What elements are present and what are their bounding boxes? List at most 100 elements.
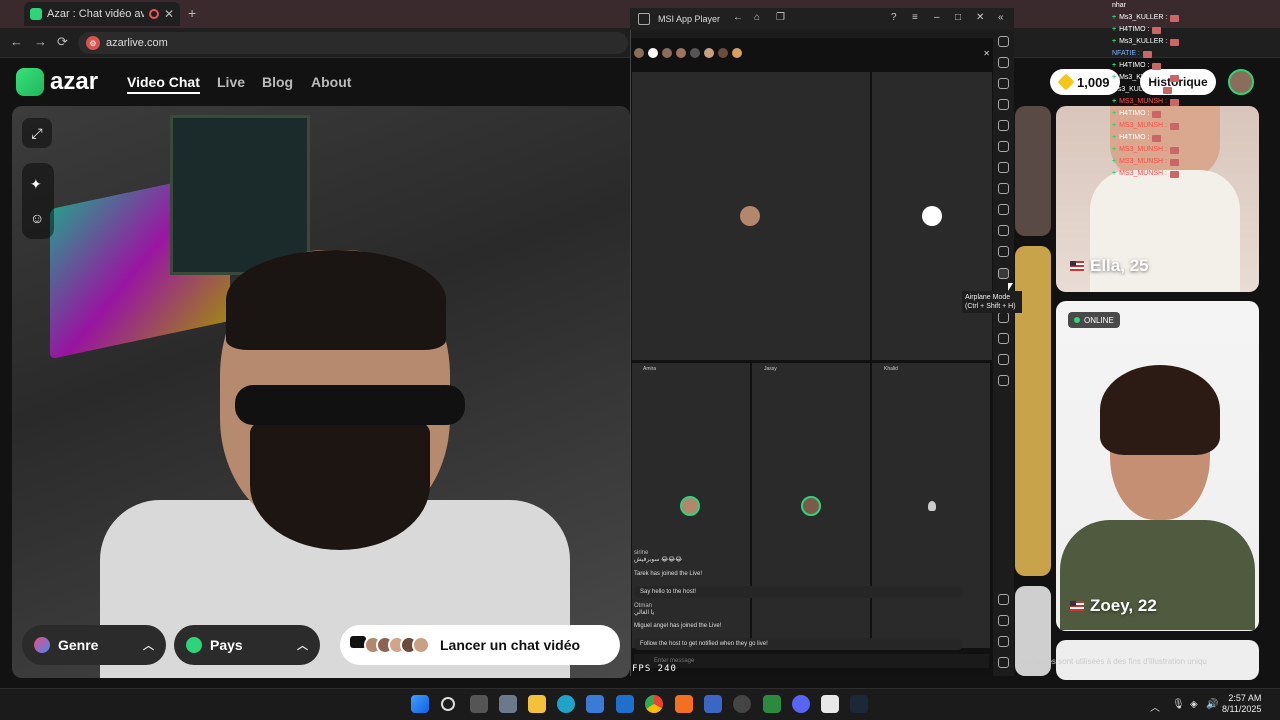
help-icon[interactable]: ? bbox=[891, 12, 897, 23]
collapse-sidebar-icon[interactable]: « bbox=[998, 12, 1004, 23]
plus-icon: + bbox=[1112, 14, 1117, 21]
overlay-chat-user: H4TIMO : bbox=[1119, 62, 1150, 69]
speaker-icon[interactable]: 🔊 bbox=[1206, 699, 1218, 710]
viewer-avatar[interactable] bbox=[704, 48, 714, 58]
sync-icon[interactable] bbox=[998, 375, 1009, 386]
new-tab-button[interactable]: + bbox=[188, 5, 196, 21]
overlay-chat-user: H4TIMO : bbox=[1119, 26, 1150, 33]
viewer-avatar[interactable] bbox=[732, 48, 742, 58]
microphone-icon[interactable]: 🎙 bbox=[1172, 699, 1185, 710]
viewer-avatar[interactable] bbox=[690, 48, 700, 58]
overlay-chat-user: Ms3_KULLER : bbox=[1119, 38, 1168, 45]
viewer-avatar[interactable] bbox=[648, 48, 658, 58]
overlay-chat-user: nhar bbox=[1112, 2, 1127, 9]
close-live-icon[interactable]: ✕ bbox=[983, 49, 990, 58]
close-icon[interactable]: ✕ bbox=[976, 12, 984, 23]
gem-balance-button[interactable]: 1,009 bbox=[1050, 69, 1120, 95]
profile-card-partial[interactable] bbox=[1015, 106, 1051, 236]
airplane-mode-icon[interactable] bbox=[998, 268, 1009, 279]
layers-icon[interactable] bbox=[998, 354, 1009, 365]
live-message-input[interactable]: Enter message bbox=[634, 654, 989, 668]
settings-app-icon[interactable] bbox=[499, 695, 517, 713]
viewer-avatar[interactable] bbox=[718, 48, 728, 58]
browser-tab[interactable]: Azar : Chat vidéo avec de n ✕ bbox=[24, 2, 180, 26]
store-icon[interactable] bbox=[586, 695, 604, 713]
chrome-icon[interactable] bbox=[645, 695, 663, 713]
player-app-icon[interactable] bbox=[763, 695, 781, 713]
chat-user: Otman bbox=[634, 603, 653, 609]
back-button[interactable]: ← bbox=[10, 34, 23, 49]
outlook-icon[interactable] bbox=[616, 695, 634, 713]
site-info-icon[interactable]: ⚙ bbox=[86, 36, 100, 50]
sidebar-home-icon[interactable] bbox=[998, 636, 1009, 647]
folder-icon[interactable] bbox=[998, 246, 1009, 257]
back-icon[interactable]: ← bbox=[733, 12, 743, 23]
gender-label: Genre bbox=[58, 637, 99, 653]
url-field[interactable]: ⚙ azarlive.com bbox=[78, 32, 628, 54]
home-icon[interactable]: ⌂ bbox=[754, 12, 760, 23]
task-view-icon[interactable] bbox=[470, 695, 488, 713]
say-hello-prompt[interactable]: Say hello to the host! bbox=[634, 586, 962, 598]
nav-live[interactable]: Live bbox=[217, 74, 245, 90]
gender-filter-button[interactable]: Genre ︿ bbox=[22, 625, 166, 665]
settings-icon[interactable] bbox=[998, 594, 1009, 605]
screenshot-icon[interactable] bbox=[998, 204, 1009, 215]
emote-icon bbox=[1169, 146, 1179, 154]
keyboard-icon[interactable] bbox=[998, 99, 1009, 110]
azar-logo[interactable]: azar bbox=[16, 68, 98, 96]
apk-icon[interactable] bbox=[998, 183, 1009, 194]
discord-icon[interactable] bbox=[792, 695, 810, 713]
record-icon[interactable] bbox=[998, 78, 1009, 89]
plus-icon: + bbox=[1112, 110, 1117, 117]
maximize-icon[interactable]: □ bbox=[955, 12, 961, 23]
menu-icon[interactable]: ≡ bbox=[912, 12, 918, 23]
clock[interactable]: 2:57 AM 8/11/2025 bbox=[1222, 693, 1261, 715]
viewer-avatar[interactable] bbox=[676, 48, 686, 58]
steam-icon[interactable] bbox=[850, 695, 868, 713]
sparkle-effects-icon[interactable]: ✦ bbox=[30, 176, 42, 193]
follow-host-prompt[interactable]: Follow the host to get notified when the… bbox=[634, 638, 962, 650]
nav-video-chat[interactable]: Video Chat bbox=[127, 74, 200, 94]
volume-icon[interactable] bbox=[998, 57, 1009, 68]
overlay-chat-line: + H4TIMO : bbox=[1112, 132, 1280, 144]
bluestacks-icon[interactable] bbox=[704, 695, 722, 713]
face-filter-icon[interactable]: ☺ bbox=[30, 210, 44, 226]
fullscreen-toggle-icon[interactable]: ⤢ bbox=[22, 118, 52, 148]
network-icon[interactable]: ◈ bbox=[1190, 699, 1198, 710]
start-video-chat-button[interactable]: Lancer un chat vidéo bbox=[340, 625, 620, 665]
screen-record-icon[interactable] bbox=[998, 225, 1009, 236]
msi-title-text: MSI App Player bbox=[658, 14, 721, 24]
app-launcher-icon[interactable] bbox=[675, 695, 693, 713]
search-icon[interactable] bbox=[441, 697, 455, 711]
edge-icon[interactable] bbox=[557, 695, 575, 713]
start-menu-icon[interactable] bbox=[411, 695, 429, 713]
recent-apps-icon[interactable] bbox=[998, 657, 1009, 668]
eraser-icon[interactable] bbox=[998, 312, 1009, 323]
host-avatar[interactable] bbox=[634, 48, 644, 58]
viewer-avatar[interactable] bbox=[662, 48, 672, 58]
overlay-chat-line: + MS3_MUNSH : bbox=[1112, 120, 1280, 132]
country-filter-button[interactable]: Pays ︿ bbox=[174, 625, 320, 665]
rotate-icon[interactable] bbox=[998, 120, 1009, 131]
overlay-chat-user: MS3_MUNSH : bbox=[1119, 122, 1167, 129]
overlay-chat-line: + Ms3_KULLER : bbox=[1112, 72, 1280, 84]
live-chat-message: Otman يا الغالي bbox=[634, 603, 654, 616]
close-tab-icon[interactable]: ✕ bbox=[164, 7, 174, 21]
forward-button[interactable]: → bbox=[34, 34, 47, 49]
azar-favicon-icon bbox=[30, 8, 42, 20]
fullscreen-icon[interactable] bbox=[998, 36, 1009, 47]
gamepad-icon[interactable] bbox=[998, 162, 1009, 173]
multi-instance-icon[interactable]: ❐ bbox=[776, 12, 785, 23]
nav-about[interactable]: About bbox=[311, 74, 351, 90]
notepad-icon[interactable] bbox=[821, 695, 839, 713]
tray-overflow-icon[interactable]: ︿ bbox=[1150, 699, 1160, 714]
sidebar-back-icon[interactable] bbox=[998, 615, 1009, 626]
nav-blog[interactable]: Blog bbox=[262, 74, 293, 90]
file-explorer-icon[interactable] bbox=[528, 695, 546, 713]
minimize-icon[interactable]: – bbox=[934, 12, 940, 23]
obs-icon[interactable] bbox=[733, 695, 751, 713]
location-icon[interactable] bbox=[998, 333, 1009, 344]
refresh-icon[interactable] bbox=[998, 141, 1009, 152]
live-host-bar: ✕ bbox=[634, 40, 990, 66]
reload-button[interactable]: ⟳ bbox=[57, 34, 68, 50]
